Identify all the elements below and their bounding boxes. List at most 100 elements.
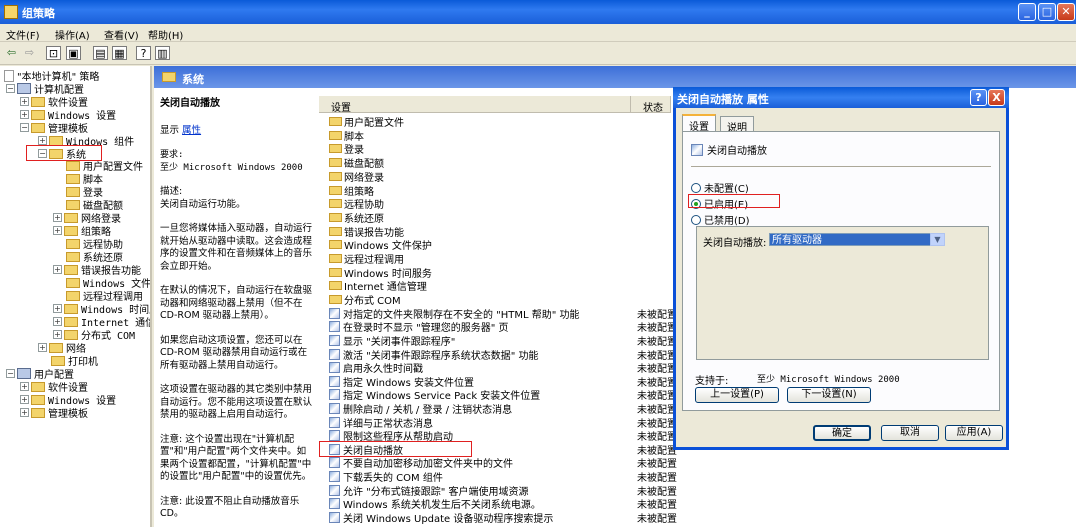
expand-icon[interactable]: +	[20, 408, 29, 417]
setting-row[interactable]: 指定 Windows 安装文件位置 未被配置	[329, 375, 677, 389]
expand-icon[interactable]: +	[20, 97, 29, 106]
show-hide-icon[interactable]: ▥	[155, 46, 170, 60]
folder-row[interactable]: 组策略	[329, 184, 374, 198]
next-setting-button[interactable]: 下一设置(N)	[787, 387, 871, 403]
folder-row[interactable]: 远程过程调用	[329, 252, 404, 266]
tree-user-admin-templates[interactable]: + 管理模板	[20, 406, 88, 420]
radio-disabled[interactable]: 已禁用(D)	[691, 212, 750, 227]
tab-settings[interactable]: 设置	[682, 114, 716, 133]
close-button[interactable]: ✕	[1057, 3, 1075, 21]
back-arrow-icon[interactable]: ⇦	[4, 46, 19, 60]
tree-system-child[interactable]: 用户配置文件	[66, 159, 143, 173]
folder-row[interactable]: 系统还原	[329, 211, 384, 225]
forward-arrow-icon[interactable]: ⇨	[22, 46, 37, 60]
menu-view[interactable]: 查看(V)	[104, 27, 139, 42]
folder-icon	[31, 96, 45, 107]
show-tree-icon[interactable]: ▣	[66, 46, 81, 60]
folder-row[interactable]: 分布式 COM	[329, 293, 401, 307]
folder-row[interactable]: 错误报告功能	[329, 225, 404, 239]
folder-icon	[64, 303, 78, 314]
window-title-bar[interactable]: 组策略 _ □ ✕	[0, 0, 1076, 24]
properties-icon[interactable]: ▤	[93, 46, 108, 60]
column-header-state[interactable]: 状态	[631, 96, 671, 114]
ok-button[interactable]: 确定	[813, 425, 871, 441]
dialog-title-bar[interactable]: 关闭自动播放 属性 ? X	[673, 87, 1009, 108]
maximize-button[interactable]: □	[1038, 3, 1056, 21]
setting-row[interactable]: 对指定的文件夹限制存在不安全的 "HTML 帮助" 功能 未被配置	[329, 307, 677, 321]
apply-button[interactable]: 应用(A)	[945, 425, 1003, 441]
separator	[691, 166, 991, 167]
setting-row[interactable]: 不要自动加密移动加密文件夹中的文件 未被配置	[329, 456, 677, 470]
setting-row[interactable]: 启用永久性时间戳 未被配置	[329, 361, 677, 375]
policy-tree: "本地计算机" 策略 − 计算机配置 + 软件设置 + Windows 设置 − 管理模…	[0, 66, 152, 527]
expand-icon[interactable]: +	[53, 226, 62, 235]
policy-icon	[4, 69, 14, 82]
policy-setting-icon	[329, 403, 340, 414]
expand-icon[interactable]: +	[53, 265, 62, 274]
setting-row[interactable]: 激活 "关闭事件跟踪程序系统状态数据" 功能 未被配置	[329, 348, 677, 362]
up-folder-icon[interactable]: ⊡	[46, 46, 61, 60]
folder-row[interactable]: Internet 通信管理	[329, 279, 427, 293]
setting-row[interactable]: 指定 Windows Service Pack 安装文件位置 未被配置	[329, 388, 677, 402]
expand-icon[interactable]: +	[38, 136, 47, 145]
setting-row[interactable]: 关闭 Windows Update 设备驱动程序搜索提示 未被配置	[329, 511, 677, 525]
properties-dialog: 关闭自动播放 属性 ? X 设置 说明 关闭自动播放 未配置(C) 已启用(E)…	[673, 87, 1009, 450]
expand-icon[interactable]: +	[38, 343, 47, 352]
expand-icon[interactable]: +	[20, 382, 29, 391]
folder-row[interactable]: 远程协助	[329, 197, 384, 211]
expand-icon[interactable]: +	[20, 395, 29, 404]
policy-setting-icon	[329, 348, 340, 360]
collapse-icon[interactable]: −	[6, 84, 15, 93]
setting-state: 未被配置	[637, 513, 677, 525]
setting-row[interactable]: 下载丢失的 COM 组件 未被配置	[329, 470, 677, 484]
radio-not-configured[interactable]: 未配置(C)	[691, 180, 749, 195]
folder-icon	[31, 407, 45, 418]
description-para: 如果您启动这项设置，您还可以在 CD-ROM 驱动器禁用自动运行或在所有驱动器上…	[160, 334, 308, 371]
description-para: 在默认的情况下，自动运行在软盘驱动器和网络驱动器上禁用（但不在 CD-ROM 驱…	[160, 285, 313, 321]
chevron-down-icon[interactable]: ▼	[930, 233, 945, 246]
tab-explain[interactable]: 说明	[720, 116, 754, 134]
settings-tab-page: 关闭自动播放 未配置(C) 已启用(E) 已禁用(D) 关闭自动播放: 所有驱动…	[682, 131, 1000, 411]
menu-help[interactable]: 帮助(H)	[148, 27, 183, 42]
collapse-icon[interactable]: −	[6, 369, 15, 378]
collapse-icon[interactable]: −	[20, 123, 29, 132]
properties-link[interactable]: 属性	[182, 125, 201, 136]
folder-row[interactable]: 用户配置文件	[329, 115, 404, 129]
expand-icon[interactable]: +	[53, 317, 62, 326]
cancel-button[interactable]: 取消	[881, 425, 939, 441]
help-button[interactable]: ?	[970, 89, 987, 106]
folder-icon	[64, 225, 78, 236]
minimize-button[interactable]: _	[1018, 3, 1036, 21]
column-header-setting[interactable]: 设置	[319, 96, 631, 114]
autoplay-drive-select[interactable]: 所有驱动器	[769, 233, 945, 246]
folder-row[interactable]: 磁盘配额	[329, 156, 384, 170]
folder-icon	[329, 254, 342, 263]
folder-row[interactable]: 网络登录	[329, 170, 384, 184]
policy-setting-icon	[329, 471, 340, 482]
description-para: 一旦您将媒体插入驱动器，自动运行就开始从驱动器中读取。这会造成程序的设置文件和在…	[160, 223, 313, 272]
expand-icon[interactable]: +	[53, 304, 62, 313]
export-list-icon[interactable]: ▦	[112, 46, 127, 60]
folder-row[interactable]: Windows 时间服务	[329, 266, 432, 280]
user-icon	[17, 368, 31, 379]
folder-row[interactable]: 脚本	[329, 129, 364, 143]
setting-row[interactable]: 允许 "分布式链接跟踪" 客户端使用域资源 未被配置	[329, 484, 677, 498]
folder-row[interactable]: Windows 文件保护	[329, 238, 432, 252]
folder-row[interactable]: 登录	[329, 142, 364, 156]
setting-row[interactable]: Windows 系统关机发生后不关闭系统电源。 未被配置	[329, 497, 677, 511]
menu-action[interactable]: 操作(A)	[55, 27, 90, 42]
expand-icon[interactable]: +	[53, 213, 62, 222]
folder-icon	[329, 130, 342, 140]
setting-row[interactable]: 显示 "关闭事件跟踪程序" 未被配置	[329, 334, 677, 348]
help-icon[interactable]: ?	[136, 46, 151, 60]
expand-icon[interactable]: +	[53, 330, 62, 339]
dialog-close-button[interactable]: X	[988, 89, 1005, 106]
setting-row[interactable]: 删除启动 / 关机 / 登录 / 注销状态消息 未被配置	[329, 402, 677, 416]
supported-value: 至少 Microsoft Windows 2000	[757, 375, 900, 385]
setting-row[interactable]: 在登录时不显示 "管理您的服务器" 页未被配置	[329, 320, 677, 334]
folder-icon	[66, 238, 80, 249]
menu-file[interactable]: 文件(F)	[6, 27, 40, 42]
setting-row[interactable]: 详细与正常状态消息 未被配置	[329, 416, 677, 430]
previous-setting-button[interactable]: 上一设置(P)	[695, 387, 779, 403]
expand-icon[interactable]: +	[20, 110, 29, 119]
